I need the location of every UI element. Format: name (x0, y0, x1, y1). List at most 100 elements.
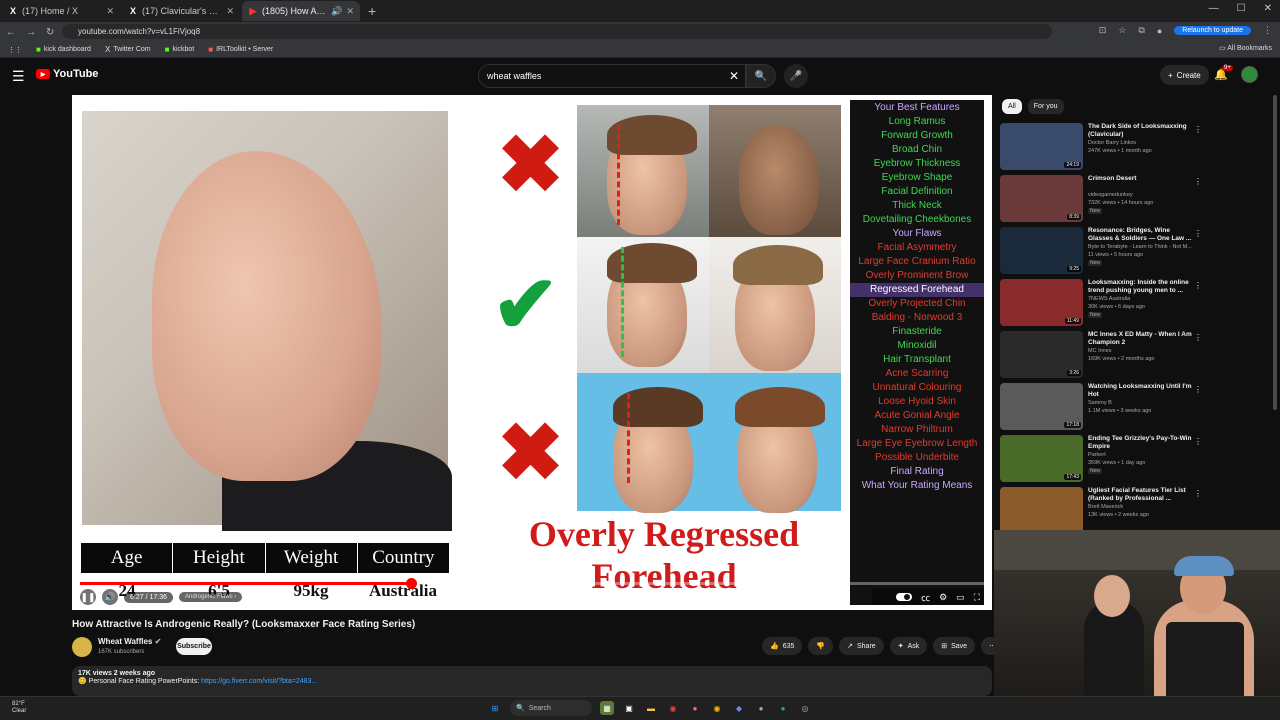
app-icon[interactable]: ● (754, 701, 768, 715)
browser-tab-home-x[interactable]: X (17) Home / X ✕ (2, 1, 120, 21)
recommended-video[interactable]: 17:18 Watching Looksmaxxing Until I'm Hot… (1000, 383, 1202, 431)
forward-icon[interactable]: → (26, 27, 36, 38)
widgets-icon[interactable]: ▦ (600, 701, 614, 715)
save-button[interactable]: ⊞ Save (933, 637, 976, 655)
fullscreen-icon[interactable]: ⛶ (974, 592, 980, 603)
browser-tab-youtube[interactable]: ▶ (1805) How Attractive Is An... 🔊 ✕ (242, 1, 360, 21)
bookmark-kick-dashboard[interactable]: ■ kick dashboard (36, 45, 91, 54)
browser-tab-clan[interactable]: X (17) Clavicular's Clan Communi... ✕ (122, 1, 240, 21)
video-player[interactable]: Age Height Weight Country 24 6'5 95kg Au… (72, 95, 992, 610)
bookmark-kickbot[interactable]: ■ kickbot (165, 45, 195, 54)
more-options-icon[interactable]: ⋮ (1194, 489, 1202, 498)
bookmark-star-icon[interactable]: ☆ (1118, 25, 1126, 36)
recommended-title[interactable]: The Dark Side of Looksmaxxing (Clavicula… (1088, 123, 1192, 139)
recommended-channel[interactable]: Doctor Barry Linkov (1088, 140, 1136, 146)
recommended-title[interactable]: MC Innes X ED Matty - When I Am Champion… (1088, 331, 1192, 347)
recommended-channel[interactable]: MC Innes (1088, 348, 1112, 354)
more-options-icon[interactable]: ⋮ (1194, 125, 1202, 134)
search-input[interactable]: wheat waffles ✕ (478, 64, 746, 88)
minimize-icon[interactable]: — (1209, 3, 1219, 14)
channel-name[interactable]: Wheat Waffles ✔ (98, 637, 161, 646)
close-tab-icon[interactable]: ✕ (346, 6, 354, 17)
subscribe-button[interactable]: Subscribe (176, 638, 212, 655)
autoplay-toggle[interactable] (896, 593, 913, 601)
recommended-thumbnail[interactable]: 11:49 (1000, 279, 1083, 326)
recommended-channel[interactable]: 7NEWS Australia (1088, 296, 1130, 302)
recommended-video[interactable]: Ugliest Facial Features Tier List (Ranke… (1000, 487, 1202, 535)
youtube-logo[interactable]: ▶ YouTube (36, 68, 98, 80)
all-bookmarks-button[interactable]: ▭ All Bookmarks (1219, 44, 1272, 52)
description-link[interactable]: https://go.fiverr.com/visit/?bta=2483... (201, 678, 317, 685)
more-options-icon[interactable]: ⋮ (1194, 177, 1202, 186)
scrollbar[interactable] (1273, 95, 1277, 410)
maximize-icon[interactable]: ☐ (1237, 3, 1246, 14)
recommended-video[interactable]: 11:49 Looksmaxxing: Inside the online tre… (1000, 279, 1202, 327)
install-icon[interactable]: ⊡ (1099, 25, 1107, 36)
dislike-button[interactable]: 👎 (808, 637, 834, 655)
more-options-icon[interactable]: ⋮ (1194, 333, 1202, 342)
chip-for-you[interactable]: For you (1027, 99, 1064, 114)
recommended-video[interactable]: 9:25 Resonance: Bridges, Wine Glasses & S… (1000, 227, 1202, 275)
share-button[interactable]: ↗ Share (839, 637, 884, 655)
app-icon[interactable]: ● (688, 701, 702, 715)
recommended-video[interactable]: 24:19 The Dark Side of Looksmaxxing (Clav… (1000, 123, 1202, 171)
recommended-channel[interactable]: Byte to Terabyte - Learn to Think - Not … (1088, 244, 1192, 250)
progress-bar[interactable] (80, 578, 984, 589)
spotify-icon[interactable]: ● (776, 701, 790, 715)
recommended-title[interactable]: Ugliest Facial Features Tier List (Ranke… (1088, 487, 1192, 503)
pause-button[interactable]: ❚❚ (80, 589, 96, 605)
recommended-title[interactable]: Resonance: Bridges, Wine Glasses & Soldi… (1088, 227, 1192, 243)
chapter-button[interactable]: Androgenic Flaws › (178, 592, 243, 602)
settings-gear-icon[interactable]: ⚙ (939, 592, 947, 603)
recommended-channel[interactable]: Sammy B (1088, 400, 1112, 406)
recommended-video[interactable]: 3:26 MC Innes X ED Matty - When I Am Cham… (1000, 331, 1202, 379)
chrome-icon[interactable]: ◉ (710, 701, 724, 715)
close-tab-icon[interactable]: ✕ (226, 6, 234, 17)
bookmark-twitter[interactable]: X Twitter Com (105, 45, 151, 54)
apps-icon[interactable]: ⋮⋮ (8, 46, 22, 54)
recommended-channel[interactable]: Brett Maverick (1088, 504, 1123, 510)
recommended-channel[interactable]: videogamedunkey (1088, 192, 1133, 198)
extension-icon[interactable]: ⧉ (1138, 25, 1144, 36)
chrome-icon[interactable]: ◉ (666, 701, 680, 715)
recommended-video[interactable]: 8:39 Crimson Desert videogamedunkey 732K vi… (1000, 175, 1202, 223)
description-box[interactable]: 17K views 2 weeks ago 😊 Personal Face Ra… (72, 666, 992, 696)
task-view-icon[interactable]: ▣ (622, 701, 636, 715)
more-options-icon[interactable]: ⋮ (1194, 437, 1202, 446)
recommended-video[interactable]: 17:43 Ending Tee Grizzley's Pay-To-Win Em… (1000, 435, 1202, 483)
recommended-title[interactable]: Crimson Desert (1088, 175, 1192, 183)
weather-widget[interactable]: 82°F Clear (12, 701, 26, 715)
voice-search-button[interactable]: 🎤 (784, 64, 808, 88)
theater-mode-icon[interactable]: ▭ (956, 592, 965, 603)
taskbar-search[interactable]: 🔍 Search (510, 700, 592, 716)
close-tab-icon[interactable]: ✕ (106, 6, 114, 17)
recommended-thumbnail[interactable]: 9:25 (1000, 227, 1083, 274)
recommended-thumbnail[interactable]: 24:19 (1000, 123, 1083, 170)
like-button[interactable]: 👍 635 (762, 637, 803, 655)
create-button[interactable]: + Create (1160, 65, 1209, 85)
file-explorer-icon[interactable]: ▬ (644, 701, 658, 715)
hamburger-menu-icon[interactable]: ☰ (12, 68, 25, 85)
steam-icon[interactable]: ◎ (798, 701, 812, 715)
close-window-icon[interactable]: ✕ (1264, 3, 1272, 14)
bookmark-irltoolkit[interactable]: ■ IRLToolkit • Server (208, 45, 273, 54)
recommended-title[interactable]: Looksmaxxing: Inside the online trend pu… (1088, 279, 1192, 295)
discord-icon[interactable]: ◆ (732, 701, 746, 715)
account-avatar[interactable] (1241, 66, 1258, 83)
recommended-thumbnail[interactable]: 17:18 (1000, 383, 1083, 430)
channel-avatar[interactable] (72, 637, 92, 657)
reload-icon[interactable]: ↻ (46, 27, 54, 38)
more-options-icon[interactable]: ⋮ (1194, 229, 1202, 238)
url-field[interactable]: youtube.com/watch?v=vL1FiVjoq8 (62, 24, 1052, 39)
menu-dots-icon[interactable]: ⋮ (1263, 25, 1272, 36)
recommended-thumbnail[interactable]: 8:39 (1000, 175, 1083, 222)
back-icon[interactable]: ← (6, 27, 16, 38)
chip-all[interactable]: All (1002, 99, 1022, 114)
ask-button[interactable]: ✦ Ask (889, 637, 928, 655)
scrubber-handle[interactable] (405, 578, 417, 589)
clear-search-icon[interactable]: ✕ (729, 69, 739, 83)
mute-tab-icon[interactable]: 🔊 (331, 6, 342, 17)
volume-button[interactable]: 🔊 (102, 589, 118, 605)
recommended-title[interactable]: Ending Tee Grizzley's Pay-To-Win Empire (1088, 435, 1192, 451)
recommended-channel[interactable]: Parkert (1088, 452, 1106, 458)
